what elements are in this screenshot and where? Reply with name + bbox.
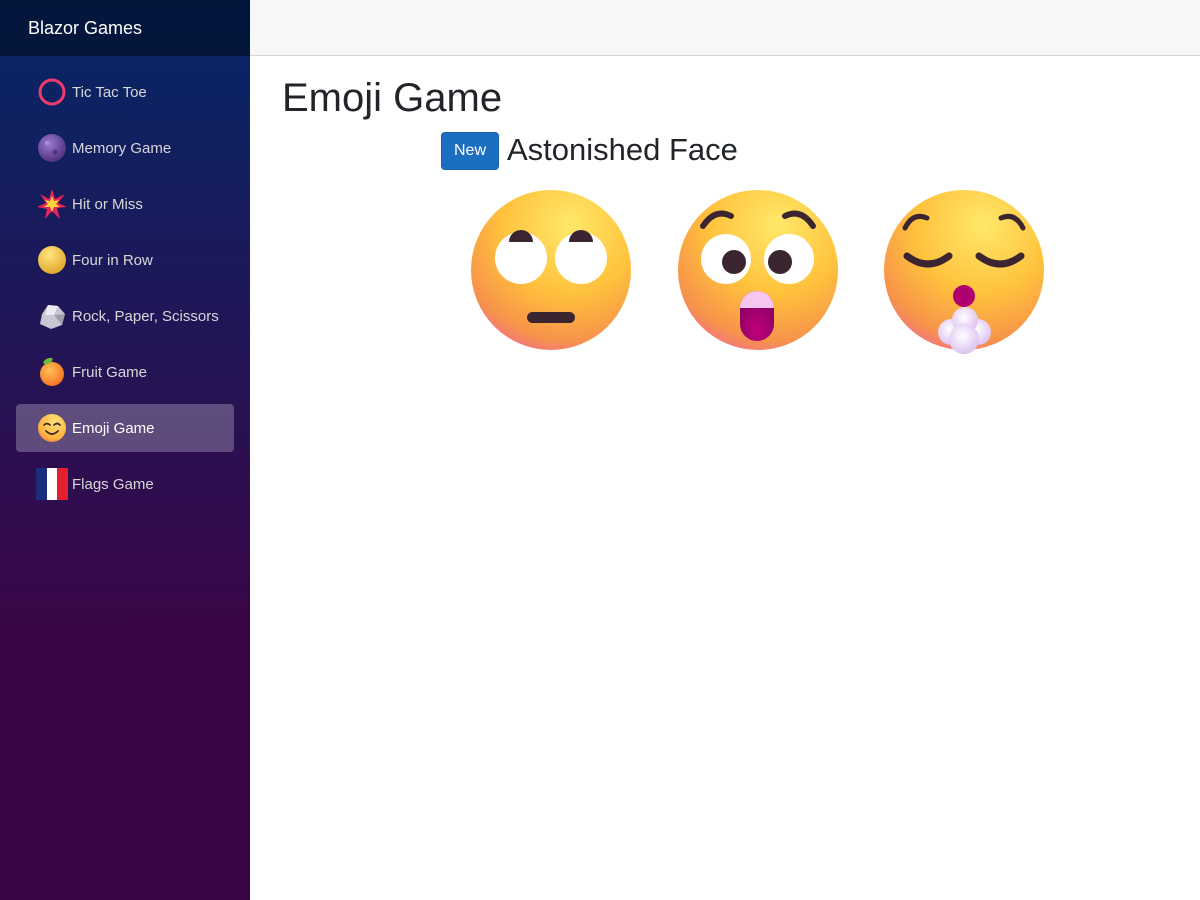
new-button[interactable]: New bbox=[441, 132, 499, 170]
sidebar: Blazor Games Tic Tac Toe Memory Game Hit… bbox=[0, 0, 250, 900]
sidebar-item: Four in Row bbox=[0, 236, 250, 292]
sidebar-item-emoji-game[interactable]: Emoji Game bbox=[16, 404, 234, 452]
top-bar bbox=[250, 0, 1200, 56]
face-exhaling-icon bbox=[884, 190, 1044, 354]
france-flag-icon bbox=[36, 468, 68, 500]
ring-icon bbox=[38, 78, 66, 106]
page-title: Emoji Game bbox=[282, 76, 503, 120]
sidebar-item-label: Memory Game bbox=[72, 139, 172, 157]
sidebar-item: Flags Game bbox=[0, 460, 250, 516]
sidebar-item-label: Flags Game bbox=[72, 475, 154, 493]
rock-icon bbox=[40, 305, 65, 329]
sidebar-item-label: Four in Row bbox=[72, 251, 153, 269]
sidebar-item-label: Fruit Game bbox=[72, 363, 148, 381]
face-with-rolling-eyes-icon bbox=[471, 190, 631, 350]
sidebar-item: Emoji Game bbox=[0, 404, 250, 460]
sidebar-item-fruit-game[interactable]: Fruit Game bbox=[16, 348, 234, 396]
main-content: Emoji Game New Astonished Face bbox=[250, 56, 1200, 900]
sidebar-item-four-in-row[interactable]: Four in Row bbox=[16, 236, 234, 284]
brand-link[interactable]: Blazor Games bbox=[28, 18, 142, 39]
sidebar-item-flags-game[interactable]: Flags Game bbox=[16, 460, 234, 508]
target-emoji-name: Astonished Face bbox=[507, 132, 738, 167]
sidebar-item: Memory Game bbox=[0, 124, 250, 180]
sidebar-item-label: Tic Tac Toe bbox=[72, 83, 147, 101]
sidebar-item-hit-or-miss[interactable]: Hit or Miss bbox=[16, 180, 234, 228]
brand-bar: Blazor Games bbox=[0, 0, 250, 56]
astonished-face-icon bbox=[678, 190, 838, 350]
sidebar-item: Hit or Miss bbox=[0, 180, 250, 236]
sidebar-item-tic-tac-toe[interactable]: Tic Tac Toe bbox=[16, 68, 234, 116]
sidebar-item: Tic Tac Toe bbox=[0, 68, 250, 124]
sidebar-item-label: Emoji Game bbox=[72, 419, 155, 437]
emoji-option-1[interactable] bbox=[468, 186, 634, 356]
purple-orb-icon bbox=[38, 134, 66, 162]
emoji-option-3[interactable] bbox=[881, 186, 1047, 356]
sidebar-item-memory-game[interactable]: Memory Game bbox=[16, 124, 234, 172]
tangerine-icon bbox=[40, 357, 64, 386]
sidebar-item-label: Hit or Miss bbox=[72, 195, 143, 213]
sidebar-item: Rock, Paper, Scissors bbox=[0, 292, 250, 348]
sidebar-item-label: Rock, Paper, Scissors bbox=[72, 307, 219, 325]
sidebar-nav: Tic Tac Toe Memory Game Hit or Miss Four… bbox=[0, 56, 250, 516]
smiling-face-icon bbox=[38, 414, 66, 442]
sidebar-item-rock-paper-scissors[interactable]: Rock, Paper, Scissors bbox=[16, 292, 234, 340]
explosion-icon bbox=[37, 189, 67, 219]
emoji-option-2[interactable] bbox=[675, 186, 841, 356]
sidebar-item: Fruit Game bbox=[0, 348, 250, 404]
yellow-disc-icon bbox=[38, 246, 66, 274]
